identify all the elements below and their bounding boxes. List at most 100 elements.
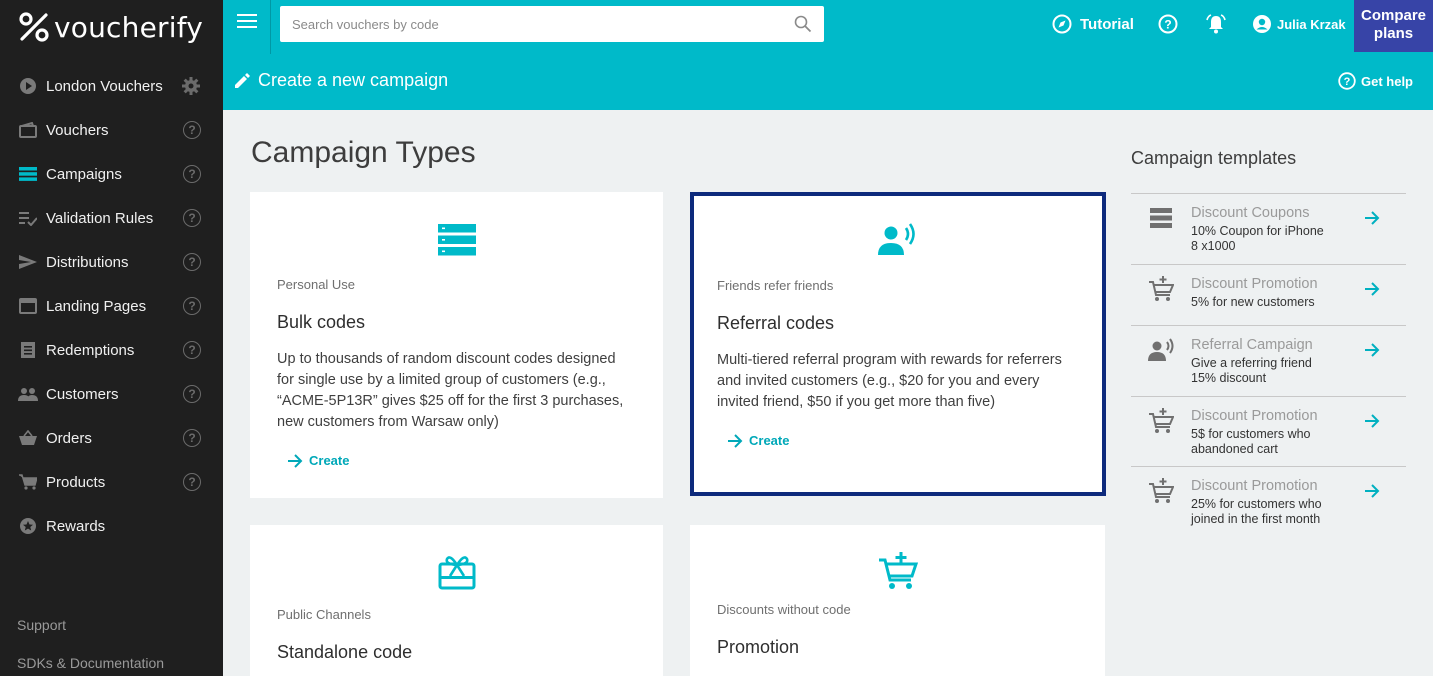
create-button[interactable]: Create xyxy=(717,433,789,448)
cart-plus-icon xyxy=(1149,276,1174,301)
template-desc: 5$ for customers who abandoned cart xyxy=(1191,427,1311,456)
compass-icon xyxy=(1052,14,1072,34)
card-category: Public Channels xyxy=(277,607,371,622)
sidebar-item-label: Campaigns xyxy=(46,165,122,183)
template-desc: 10% Coupon for iPhone 8 x1000 xyxy=(1191,224,1324,253)
arrow-right-icon xyxy=(728,433,743,448)
arrow-right-icon[interactable] xyxy=(1364,281,1380,297)
account-icon xyxy=(1253,15,1271,33)
sidebar-item-label: Rewards xyxy=(46,517,106,535)
tutorial-button[interactable]: Tutorial xyxy=(1052,14,1134,34)
logo-text: voucherify xyxy=(54,10,204,44)
search-icon[interactable] xyxy=(794,15,812,33)
sidebar-item-label: London Vouchers xyxy=(46,77,163,95)
create-button[interactable]: Create xyxy=(277,453,349,468)
campaign-card-promotion[interactable]: Discounts without code Promotion xyxy=(690,525,1105,676)
create-label: Create xyxy=(749,433,790,448)
card-title: Standalone code xyxy=(277,642,413,662)
sidebar-item-redemptions[interactable]: Redemptions ? xyxy=(0,328,223,372)
cart-icon xyxy=(18,472,38,492)
sidebar-item-orders[interactable]: Orders ? xyxy=(0,416,223,460)
logo[interactable]: voucherify xyxy=(0,0,223,54)
help-icon[interactable]: ? xyxy=(183,165,201,183)
help-icon[interactable]: ? xyxy=(183,429,201,447)
person-voice-icon xyxy=(878,223,915,255)
templates-list: Discount Coupons 10% Coupon for iPhone 8… xyxy=(1131,193,1406,538)
sidebar-item-london-vouchers[interactable]: London Vouchers xyxy=(0,64,223,108)
divider xyxy=(270,0,271,54)
card-description: Up to thousands of random discount codes… xyxy=(277,351,624,430)
browser-icon xyxy=(18,296,38,316)
people-icon xyxy=(18,384,38,404)
compare-plans-button[interactable]: Compare plans xyxy=(1354,0,1433,52)
arrow-right-icon[interactable] xyxy=(1364,210,1380,226)
support-link[interactable]: Support xyxy=(17,617,66,633)
template-item[interactable]: Discount Coupons 10% Coupon for iPhone 8… xyxy=(1131,194,1406,265)
card-category: Discounts without code xyxy=(717,602,851,617)
template-desc: 25% for customers who joined in the firs… xyxy=(1191,497,1322,526)
campaign-card-referral-codes[interactable]: Friends refer friends Referral codes Mul… xyxy=(690,192,1106,496)
person-voice-icon xyxy=(1148,338,1174,361)
search-box xyxy=(280,6,824,42)
card-category: Friends refer friends xyxy=(717,278,834,293)
bell-icon xyxy=(1206,14,1226,34)
help-icon[interactable]: ? xyxy=(183,209,201,227)
help-icon[interactable]: ? xyxy=(183,253,201,271)
wallet-icon xyxy=(18,120,38,140)
sidebar-item-landing-pages[interactable]: Landing Pages ? xyxy=(0,284,223,328)
arrow-right-icon[interactable] xyxy=(1364,342,1380,358)
help-icon[interactable]: ? xyxy=(183,473,201,491)
help-icon[interactable]: ? xyxy=(183,341,201,359)
play-circle-icon xyxy=(18,76,38,96)
arrow-right-icon[interactable] xyxy=(1364,413,1380,429)
template-item[interactable]: Discount Promotion 5% for new customers xyxy=(1131,265,1406,326)
sidebar-item-products[interactable]: Products ? xyxy=(0,460,223,504)
gift-card-icon xyxy=(438,556,475,590)
svg-text:?: ? xyxy=(1164,18,1171,32)
arrow-right-icon[interactable] xyxy=(1364,483,1380,499)
campaign-card-bulk-codes[interactable]: Personal Use Bulk codes Up to thousands … xyxy=(250,192,663,498)
sidebar-item-vouchers[interactable]: Vouchers ? xyxy=(0,108,223,152)
notifications-button[interactable] xyxy=(1205,14,1227,34)
sidebar-item-label: Redemptions xyxy=(46,341,135,359)
sidebar-item-label: Products xyxy=(46,473,106,491)
search-input[interactable] xyxy=(292,16,794,32)
help-button[interactable]: ? xyxy=(1158,14,1178,34)
card-icon-wrap xyxy=(717,552,1078,592)
page-header: Create a new campaign xyxy=(233,70,448,91)
receipt-icon xyxy=(18,340,38,360)
sidebar-item-distributions[interactable]: Distributions ? xyxy=(0,240,223,284)
sidebar-item-label: Landing Pages xyxy=(46,297,147,315)
user-name: Julia Krzak xyxy=(1277,16,1346,32)
template-item[interactable]: Referral Campaign Give a referring frien… xyxy=(1131,326,1406,397)
card-icon-wrap xyxy=(277,224,636,256)
card-title: Referral codes xyxy=(717,313,835,333)
basket-icon xyxy=(18,428,38,448)
list-icon xyxy=(437,224,476,256)
list-icon xyxy=(18,164,38,184)
sidebar-item-rewards[interactable]: Rewards xyxy=(0,504,223,548)
sidebar-item-label: Vouchers xyxy=(46,121,109,139)
sidebar-item-customers[interactable]: Customers ? xyxy=(0,372,223,416)
help-icon[interactable]: ? xyxy=(183,121,201,139)
sidebar-item-label: Customers xyxy=(46,385,119,403)
get-help-link[interactable]: ? Get help xyxy=(1338,72,1413,90)
template-item[interactable]: Discount Promotion 25% for customers who… xyxy=(1131,467,1406,538)
template-desc: 5% for new customers xyxy=(1191,295,1315,309)
star-icon xyxy=(18,516,38,536)
help-icon[interactable]: ? xyxy=(183,297,201,315)
user-menu[interactable]: Julia Krzak xyxy=(1252,14,1346,34)
help-circle-icon: ? xyxy=(1338,72,1356,90)
card-description: Multi-tiered referral program with rewar… xyxy=(717,352,1062,410)
sidebar-item-validation-rules[interactable]: Validation Rules ? xyxy=(0,196,223,240)
sidebar-item-campaigns[interactable]: Campaigns ? xyxy=(0,152,223,196)
section-title: Campaign Types xyxy=(251,136,476,169)
help-icon[interactable]: ? xyxy=(183,385,201,403)
docs-link[interactable]: SDKs & Documentation xyxy=(17,655,164,671)
menu-icon[interactable] xyxy=(237,14,257,32)
gear-icon[interactable] xyxy=(181,76,201,96)
template-item[interactable]: Discount Promotion 5$ for customers who … xyxy=(1131,397,1406,467)
list-icon xyxy=(1150,208,1172,228)
sidebar-item-label: Orders xyxy=(46,429,92,447)
campaign-card-standalone-code[interactable]: Public Channels Standalone code xyxy=(250,525,663,676)
